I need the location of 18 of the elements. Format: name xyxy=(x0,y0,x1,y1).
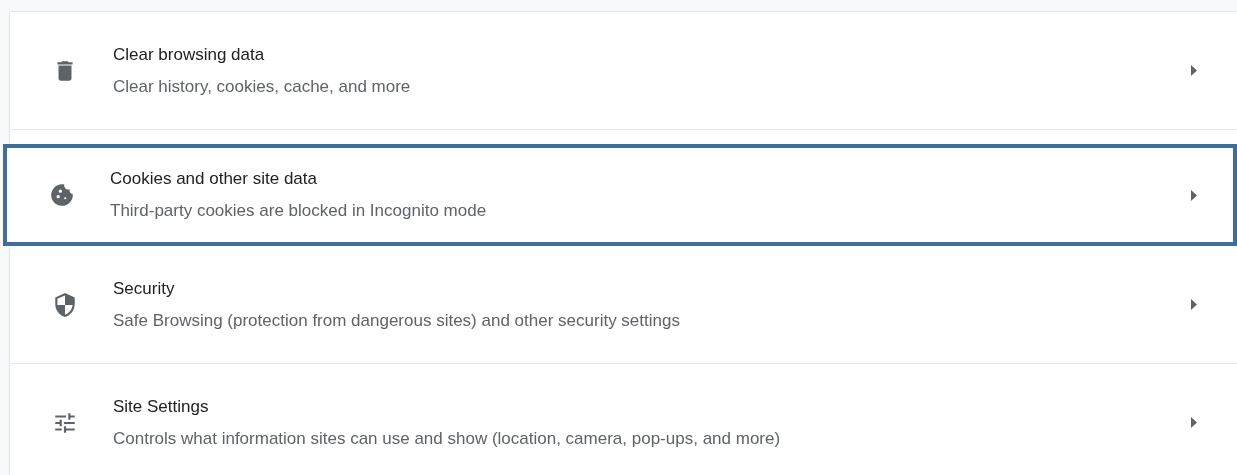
row-subtitle: Safe Browsing (protection from dangerous sites) and other security settings xyxy=(113,309,681,332)
row-subtitle: Third-party cookies are blocked in Incognito mode xyxy=(110,200,488,222)
caret-right-icon xyxy=(1191,417,1197,428)
shield-icon xyxy=(52,291,78,318)
caret-right-icon xyxy=(1191,65,1197,76)
settings-row[interactable]: Cookies and other site data Third-party cookies are blocked in Incognito mode xyxy=(3,144,1237,246)
row-subtitle: Controls what information sites can use and show (location, camera, pop-ups, and more) xyxy=(113,427,782,450)
caret-right-icon xyxy=(1191,299,1197,310)
row-subtitle: Clear history, cookies, cache, and more xyxy=(113,75,412,98)
row-title: Security xyxy=(113,277,176,300)
row-title: Clear browsing data xyxy=(113,43,266,66)
caret-right-icon xyxy=(1191,189,1197,201)
row-title: Cookies and other site data xyxy=(110,168,318,190)
settings-row[interactable]: Site Settings Controls what information sites can use and show (location, camera, pop-ups, and more) xyxy=(10,364,1237,475)
row-title: Site Settings xyxy=(113,395,210,418)
settings-row[interactable]: Clear browsing data Clear history, cookies, cache, and more xyxy=(10,12,1237,129)
settings-row[interactable]: Security Safe Browsing (protection from dangerous sites) and other security settings xyxy=(10,246,1237,363)
cookie-icon xyxy=(49,182,75,208)
